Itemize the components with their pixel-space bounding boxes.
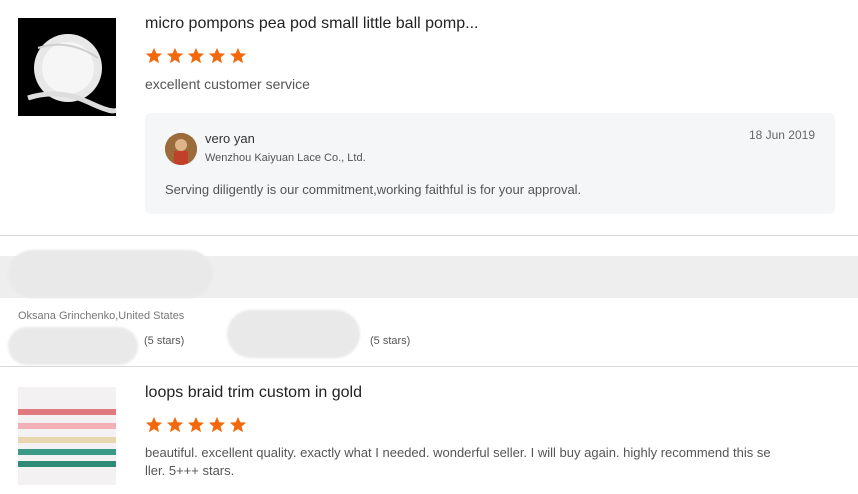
divider [0, 235, 858, 236]
star-icon [187, 47, 205, 64]
star-rating [145, 47, 247, 65]
star-icon [208, 47, 226, 64]
review-product-title[interactable]: micro pompons pea pod small little ball … [145, 15, 479, 33]
blurred-rating-left [8, 327, 138, 365]
review-comment-line1: beautiful. excellent quality. exactly wh… [145, 445, 771, 460]
rating-label-left: (5 stars) [144, 335, 185, 347]
product-thumbnail-pompons[interactable] [18, 18, 116, 116]
reply-text: Serving diligently is our commitment,wor… [165, 182, 582, 197]
rating-label-right: (5 stars) [370, 335, 411, 347]
review-product-title[interactable]: loops braid trim custom in gold [145, 384, 362, 402]
review-comment-line2: ller. 5+++ stars. [145, 463, 235, 478]
avatar [165, 133, 197, 165]
star-icon [166, 47, 184, 64]
reply-author-name: vero yan [205, 131, 255, 146]
reply-company-name: Wenzhou Kaiyuan Lace Co., Ltd. [205, 152, 366, 164]
reply-date: 18 Jun 2019 [748, 128, 815, 142]
blurred-avatar [8, 250, 213, 298]
star-icon [187, 416, 205, 433]
star-icon [145, 416, 163, 433]
divider [0, 366, 858, 367]
review-comment: excellent customer service [145, 76, 310, 92]
blurred-rating-right [227, 310, 360, 358]
star-icon [145, 47, 163, 64]
star-icon [166, 416, 184, 433]
reviewer-name-country: Oksana Grinchenko,United States [18, 310, 185, 322]
seller-reply-box: vero yan Wenzhou Kaiyuan Lace Co., Ltd. … [145, 113, 835, 214]
star-icon [229, 47, 247, 64]
star-rating [145, 416, 247, 434]
star-icon [229, 416, 247, 433]
star-icon [208, 416, 226, 433]
product-thumbnail-braid[interactable] [18, 387, 116, 485]
